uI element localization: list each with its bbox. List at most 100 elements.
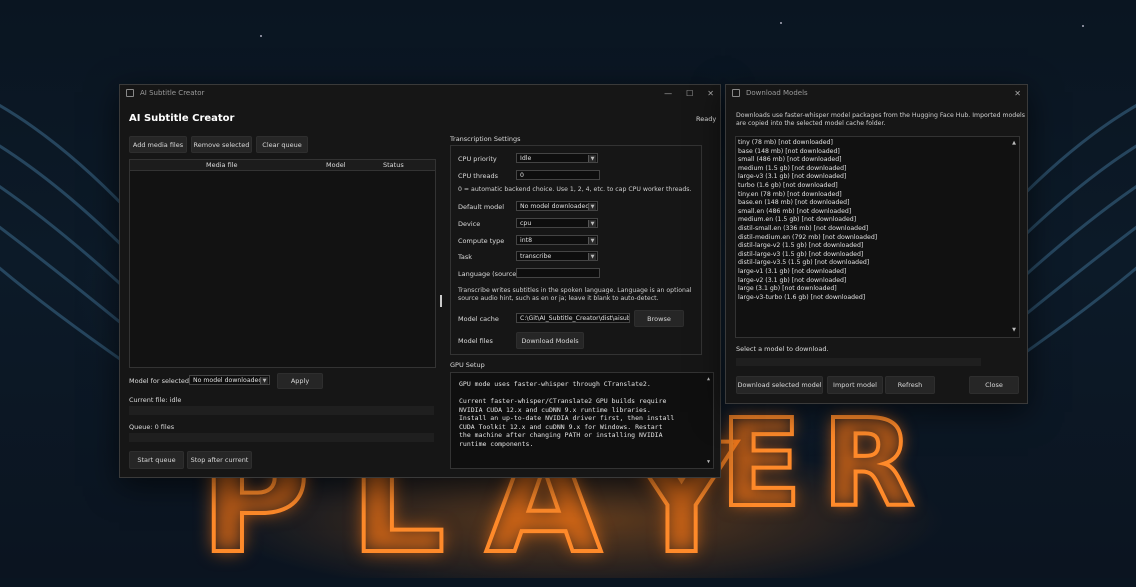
model-list-item[interactable]: tiny.en (78 mb) [not downloaded] (738, 191, 842, 200)
close-icon[interactable]: ✕ (1014, 89, 1021, 98)
cpu-threads-label: CPU threads (458, 172, 498, 180)
refresh-button[interactable]: Refresh (885, 376, 935, 394)
download-desc-line-2: are copied into the selected model cache… (736, 120, 886, 127)
app-icon (732, 89, 740, 97)
gpu-text-line-3: NVIDIA CUDA 12.x and cuDNN 9.x runtime l… (459, 405, 651, 414)
task-select[interactable]: transcribe ▼ (516, 251, 598, 261)
browse-button[interactable]: Browse (634, 310, 684, 327)
chevron-down-icon: ▼ (588, 220, 596, 227)
minimize-icon[interactable]: — (664, 89, 672, 98)
device-label: Device (458, 220, 481, 228)
scroll-up-icon[interactable]: ▲ (1012, 139, 1016, 148)
cpu-priority-select[interactable]: Idle ▼ (516, 153, 598, 163)
main-window: AI Subtitle Creator — ☐ ✕ AI Subtitle Cr… (119, 84, 721, 478)
download-titlebar: Download Models ✕ (726, 85, 1027, 101)
start-queue-button[interactable]: Start queue (129, 451, 184, 469)
scroll-down-icon[interactable]: ▼ (707, 459, 710, 465)
model-cache-label: Model cache (458, 315, 499, 323)
default-model-label: Default model (458, 203, 505, 211)
model-list-item[interactable]: distil-large-v3.5 (1.5 gb) [not download… (738, 259, 869, 268)
model-list-item[interactable]: small.en (486 mb) [not downloaded] (738, 208, 851, 217)
gpu-text-line-4: Install an up-to-date NVIDIA driver firs… (459, 414, 675, 423)
device-value: cpu (520, 219, 532, 227)
model-list-item[interactable]: turbo (1.6 gb) [not downloaded] (738, 182, 838, 191)
clear-queue-button[interactable]: Clear queue (256, 136, 308, 153)
cpu-priority-value: Idle (520, 154, 532, 162)
gpu-text-line-6: the machine after changing PATH or insta… (459, 431, 663, 440)
current-file-text: Current file: idle (129, 396, 182, 404)
model-list-item[interactable]: base.en (148 mb) [not downloaded] (738, 199, 850, 208)
language-input[interactable] (516, 268, 600, 278)
download-models-window: Download Models ✕ Downloads use faster-w… (725, 84, 1028, 404)
download-hint: Select a model to download. (736, 345, 829, 353)
close-icon[interactable]: ✕ (707, 89, 714, 98)
chevron-down-icon: ▼ (588, 203, 596, 210)
chevron-down-icon: ▼ (588, 237, 596, 244)
model-list-item[interactable]: large (3.1 gb) [not downloaded] (738, 285, 837, 294)
compute-type-label: Compute type (458, 237, 505, 245)
import-model-button[interactable]: Import model (827, 376, 883, 394)
model-list-item[interactable]: large-v1 (3.1 gb) [not downloaded] (738, 268, 846, 277)
model-for-selected-select[interactable]: No model downloaded ▼ (189, 375, 270, 385)
default-model-value: No model downloaded (520, 202, 590, 210)
device-select[interactable]: cpu ▼ (516, 218, 598, 228)
gpu-text-line-7: runtime components. (459, 439, 534, 448)
cpu-priority-label: CPU priority (458, 155, 497, 163)
close-button[interactable]: Close (969, 376, 1019, 394)
gpu-setup-text: GPU mode uses faster-whisper through CTr… (450, 372, 714, 469)
language-label: Language (source) (458, 270, 519, 278)
model-list-item[interactable]: large-v2 (3.1 gb) [not downloaded] (738, 277, 846, 286)
compute-type-select[interactable]: int8 ▼ (516, 235, 598, 245)
model-list-item[interactable]: base (148 mb) [not downloaded] (738, 148, 840, 157)
model-for-selected-value: No model downloaded (193, 376, 263, 384)
stop-after-current-button[interactable]: Stop after current (187, 451, 252, 469)
model-list-item[interactable]: distil-small.en (336 mb) [not downloaded… (738, 225, 868, 234)
media-table[interactable]: Media file Model Status (129, 159, 436, 368)
main-titlebar: AI Subtitle Creator — ☐ ✕ (120, 85, 720, 101)
gpu-text-line-5: CUDA Toolkit 12.x and cuDNN 9.x for Wind… (459, 422, 663, 431)
default-model-select[interactable]: No model downloaded ▼ (516, 201, 598, 211)
model-list-item[interactable]: large-v3-turbo (1.6 gb) [not downloaded] (738, 294, 865, 303)
scroll-up-icon[interactable]: ▲ (707, 376, 710, 382)
wallpaper-logo-er: ER (718, 395, 935, 534)
chevron-down-icon: ▼ (260, 377, 268, 384)
apply-button[interactable]: Apply (277, 373, 323, 389)
model-list-item[interactable]: large-v3 (3.1 gb) [not downloaded] (738, 173, 846, 182)
remove-selected-button[interactable]: Remove selected (191, 136, 252, 153)
column-status[interactable]: Status (383, 161, 404, 169)
queue-count-text: Queue: 0 files (129, 423, 175, 431)
model-list-item[interactable]: distil-large-v2 (1.5 gb) [not downloaded… (738, 242, 863, 251)
model-list-item[interactable]: small (486 mb) [not downloaded] (738, 156, 842, 165)
compute-type-value: int8 (520, 236, 533, 244)
download-selected-model-button[interactable]: Download selected model (736, 376, 823, 394)
download-models-button[interactable]: Download Models (516, 332, 584, 349)
status-text: Ready (696, 115, 717, 123)
gpu-setup-title: GPU Setup (450, 361, 485, 369)
model-cache-input[interactable]: C:\Git\AI_Subtitle_Creator\dist\aisub-g (516, 313, 630, 323)
download-window-title: Download Models (746, 89, 808, 97)
gpu-text-line-1: GPU mode uses faster-whisper through CTr… (459, 380, 651, 388)
chevron-down-icon: ▼ (588, 253, 596, 260)
transcription-settings-title: Transcription Settings (450, 135, 521, 143)
task-hint-line-2: source audio hint, such as en or ja; lea… (458, 295, 659, 302)
model-list[interactable]: ▲ ▼ tiny (78 mb) [not downloaded] base (1… (735, 136, 1020, 338)
maximize-icon[interactable]: ☐ (686, 89, 693, 98)
model-files-label: Model files (458, 337, 493, 345)
app-icon (126, 89, 134, 97)
column-model[interactable]: Model (326, 161, 346, 169)
task-label: Task (458, 253, 473, 261)
cpu-threads-input[interactable]: 0 (516, 170, 600, 180)
model-list-item[interactable]: medium.en (1.5 gb) [not downloaded] (738, 216, 856, 225)
gpu-text-line-2: Current faster-whisper/CTranslate2 GPU b… (459, 397, 667, 405)
splitter-handle[interactable] (440, 295, 442, 307)
scroll-down-icon[interactable]: ▼ (1012, 326, 1016, 335)
model-for-selected-label: Model for selected: (129, 377, 192, 385)
model-list-item[interactable]: distil-large-v3 (1.5 gb) [not downloaded… (738, 251, 863, 260)
download-desc-line-1: Downloads use faster-whisper model packa… (736, 112, 1025, 119)
add-media-button[interactable]: Add media files (129, 136, 187, 153)
model-list-item[interactable]: medium (1.5 gb) [not downloaded] (738, 165, 846, 174)
column-media-file[interactable]: Media file (206, 161, 238, 169)
task-hint-line-1: Transcribe writes subtitles in the spoke… (458, 287, 692, 294)
model-list-item[interactable]: tiny (78 mb) [not downloaded] (738, 139, 833, 148)
model-list-item[interactable]: distil-medium.en (792 mb) [not downloade… (738, 234, 877, 243)
